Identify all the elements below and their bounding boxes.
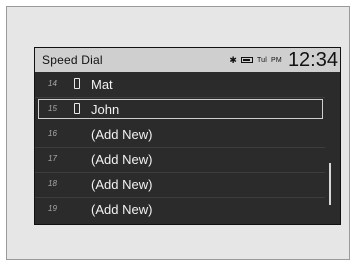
list-item[interactable]: 17 (Add New) [35,148,325,173]
speed-dial-slot-number: 18 [48,179,57,188]
page-title: Speed Dial [42,53,103,67]
contact-label: John [91,102,120,117]
am-pm-indicator: PM [271,56,282,64]
add-new-label: (Add New) [91,127,153,142]
scrollbar[interactable] [329,163,331,205]
phone-icon [74,78,80,89]
speed-dial-list: 14 Mat 15 John 16 (Add New) 17 (Add New)… [35,73,340,223]
title-bar: Speed Dial ✱ Tul PM 12:34 [35,48,340,72]
speed-dial-slot-number: 19 [48,204,57,213]
list-item[interactable]: 14 Mat [35,73,325,98]
selection-highlight [38,99,323,119]
display-screen: Speed Dial ✱ Tul PM 12:34 14 Mat 15 John [34,47,341,225]
speed-dial-slot-number: 14 [48,79,57,88]
speed-dial-slot-number: 17 [48,154,57,163]
clock: 12:34 [287,49,338,71]
add-new-label: (Add New) [91,177,153,192]
speed-dial-slot-number: 16 [48,129,57,138]
list-item[interactable]: 18 (Add New) [35,173,325,198]
list-item[interactable]: 19 (Add New) [35,198,325,222]
device-frame: Speed Dial ✱ Tul PM 12:34 14 Mat 15 John [6,6,350,260]
status-area: ✱ Tul PM 12:34 [229,49,338,71]
battery-icon [240,57,253,63]
add-new-label: (Add New) [91,152,153,167]
phone-icon [74,103,80,114]
bluetooth-icon: ✱ [229,54,237,65]
add-new-label: (Add New) [91,202,153,217]
list-item[interactable]: 15 John [35,98,325,122]
speed-dial-slot-number: 15 [48,104,57,113]
signal-icon: Tul [256,56,268,64]
contact-label: Mat [91,77,113,92]
list-item[interactable]: 16 (Add New) [35,123,325,148]
